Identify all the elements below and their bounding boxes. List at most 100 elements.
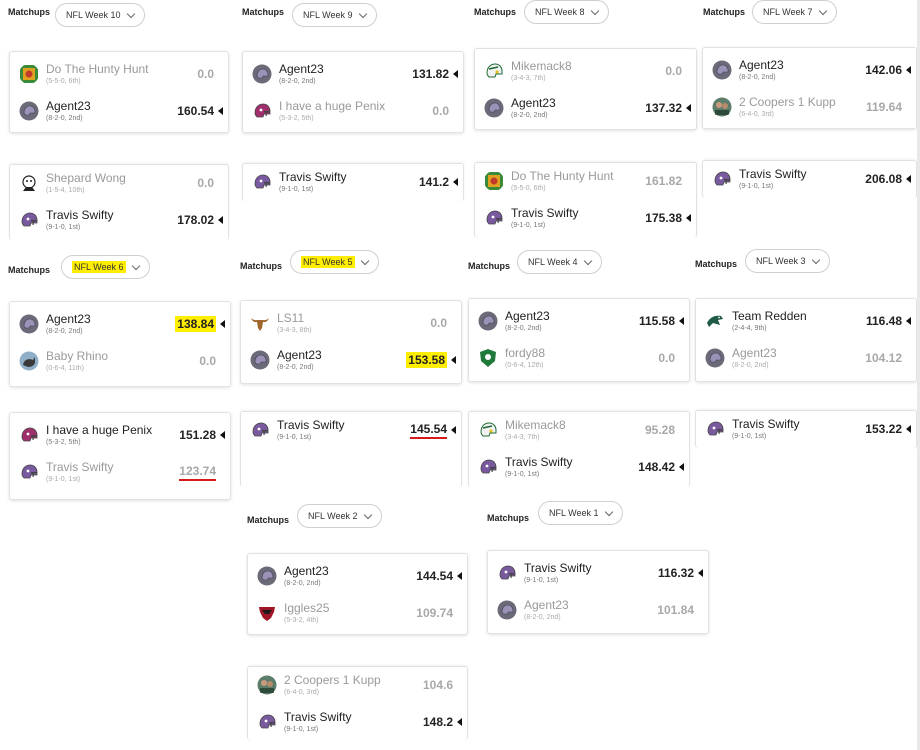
team-row[interactable]: I have a huge Penix (5-3-2, 5th) 0.0 xyxy=(243,93,463,129)
team-row[interactable]: Travis Swifty (9-1-0, 1st) 116.32 xyxy=(488,555,708,591)
team-row[interactable]: Travis Swifty (9-1-0, 1st) 123.74 xyxy=(10,454,230,490)
matchup-card[interactable]: Agent23 (8-2-0, 2nd) 144.54 Iggles25 (5-3-2,… xyxy=(247,553,468,635)
team-row[interactable]: Baby Rhino (0-6-4, 11th) 0.0 xyxy=(10,343,230,379)
team-name[interactable]: Mikemack8 xyxy=(511,59,665,73)
winner-arrow-icon xyxy=(453,70,458,78)
team-row[interactable]: Travis Swifty (9-1-0, 1st) 141.2 xyxy=(243,164,463,200)
team-row[interactable]: Mikemack8 (3-4-3, 7th) 0.0 xyxy=(475,53,696,89)
week-selector-dropdown[interactable]: NFL Week 10 xyxy=(55,3,145,27)
team-row[interactable]: Agent23 (8-2-0, 2nd) 101.84 xyxy=(488,592,708,628)
team-name[interactable]: Travis Swifty xyxy=(279,170,419,184)
team-row[interactable]: Mikemack8 (3-4-3, 7th) 95.28 xyxy=(469,412,689,448)
matchup-card[interactable]: Agent23 (8-2-0, 2nd) 142.06 2 Coopers 1 Kup… xyxy=(702,47,917,129)
team-name[interactable]: Agent23 xyxy=(732,346,865,360)
team-name[interactable]: Agent23 xyxy=(46,312,175,326)
matchup-card[interactable]: Travis Swifty (9-1-0, 1st) 141.2 xyxy=(242,163,464,201)
team-name[interactable]: Mikemack8 xyxy=(505,418,645,432)
team-name[interactable]: Agent23 xyxy=(505,309,639,323)
team-name[interactable]: Iggles25 xyxy=(284,601,416,615)
team-name[interactable]: Travis Swifty xyxy=(524,561,658,575)
team-row[interactable]: Team Redden (2-4-4, 9th) 116.48 xyxy=(696,303,916,339)
week-selector-dropdown[interactable]: NFL Week 5 xyxy=(290,250,379,274)
team-name[interactable]: I have a huge Penix xyxy=(279,99,432,113)
matchup-card[interactable]: Travis Swifty (9-1-0, 1st) 145.54 xyxy=(240,411,462,487)
team-name[interactable]: Shepard Wong xyxy=(46,171,197,185)
team-row[interactable]: Travis Swifty (9-1-0, 1st) 153.22 xyxy=(696,411,916,447)
team-name[interactable]: Agent23 xyxy=(524,598,657,612)
team-name[interactable]: Agent23 xyxy=(46,99,177,113)
team-row[interactable]: Agent23 (8-2-0, 2nd) 115.58 xyxy=(469,303,689,339)
team-name[interactable]: 2 Coopers 1 Kupp xyxy=(739,95,866,109)
team-name[interactable]: Agent23 xyxy=(739,58,865,72)
matchup-card[interactable]: Travis Swifty (9-1-0, 1st) 206.08 xyxy=(702,160,917,198)
team-name[interactable]: Baby Rhino xyxy=(46,349,199,363)
matchup-card[interactable]: Do The Hunty Hunt (5-5-0, 6th) 161.82 Travi… xyxy=(474,162,697,238)
team-row[interactable]: Travis Swifty (9-1-0, 1st) 175.38 xyxy=(475,200,696,236)
team-row[interactable]: fordy88 (0-6-4, 12th) 0.0 xyxy=(469,340,689,376)
team-name[interactable]: Travis Swifty xyxy=(739,167,865,181)
team-row[interactable]: 2 Coopers 1 Kupp (6-4-0, 3rd) 119.64 xyxy=(703,89,916,125)
matchup-card[interactable]: 2 Coopers 1 Kupp (6-4-0, 3rd) 104.6 Travis … xyxy=(247,666,468,740)
team-row[interactable]: 2 Coopers 1 Kupp (6-4-0, 3rd) 104.6 xyxy=(248,667,467,703)
team-name[interactable]: 2 Coopers 1 Kupp xyxy=(284,673,423,687)
team-name[interactable]: Agent23 xyxy=(277,348,406,362)
team-info: fordy88 (0-6-4, 12th) xyxy=(505,346,658,371)
team-row[interactable]: Agent23 (8-2-0, 2nd) 153.58 xyxy=(241,342,461,378)
team-row[interactable]: Iggles25 (5-3-2, 4th) 109.74 xyxy=(248,595,467,631)
team-row[interactable]: Shepard Wong (1-5-4, 10th) 0.0 xyxy=(10,165,228,201)
team-name[interactable]: LS11 xyxy=(277,311,430,325)
week-selector-dropdown[interactable]: NFL Week 6 xyxy=(61,255,150,279)
team-row[interactable]: Agent23 (8-2-0, 2nd) 144.54 xyxy=(248,558,467,594)
team-row[interactable]: Agent23 (8-2-0, 2nd) 131.82 xyxy=(243,56,463,92)
team-name[interactable]: Do The Hunty Hunt xyxy=(511,169,645,183)
team-name[interactable]: Travis Swifty xyxy=(732,417,865,431)
week-selector-dropdown[interactable]: NFL Week 4 xyxy=(517,250,602,274)
team-row[interactable]: Agent23 (8-2-0, 2nd) 160.54 xyxy=(10,93,228,129)
team-row[interactable]: Agent23 (8-2-0, 2nd) 138.84 xyxy=(10,306,230,342)
team-name[interactable]: Agent23 xyxy=(279,62,412,76)
team-row[interactable]: Agent23 (8-2-0, 2nd) 142.06 xyxy=(703,52,916,88)
team-row[interactable]: Do The Hunty Hunt (5-5-0, 6th) 161.82 xyxy=(475,163,696,199)
week-selector-dropdown[interactable]: NFL Week 2 xyxy=(297,504,382,528)
matchup-card[interactable]: Team Redden (2-4-4, 9th) 116.48 Agent23 (8-2… xyxy=(695,298,917,382)
matchup-card[interactable]: Agent23 (8-2-0, 2nd) 115.58 fordy88 (0-6-4, … xyxy=(468,298,690,382)
team-name[interactable]: Travis Swifty xyxy=(277,418,410,432)
team-row[interactable]: Agent23 (8-2-0, 2nd) 104.12 xyxy=(696,340,916,376)
team-name[interactable]: Agent23 xyxy=(511,96,645,110)
team-name[interactable]: I have a huge Penix xyxy=(46,423,179,437)
team-name[interactable]: Agent23 xyxy=(284,564,416,578)
week-selector-dropdown[interactable]: NFL Week 1 xyxy=(538,501,623,525)
week-selector-dropdown[interactable]: NFL Week 7 xyxy=(752,0,837,24)
team-row[interactable]: Travis Swifty (9-1-0, 1st) 145.54 xyxy=(241,412,461,448)
matchup-card[interactable]: Travis Swifty (9-1-0, 1st) 116.32 Agent23 (8… xyxy=(487,550,709,634)
matchup-card[interactable]: Mikemack8 (3-4-3, 7th) 95.28 Travis Swifty(… xyxy=(468,411,690,487)
team-row[interactable]: LS11 (3-4-3, 8th) 0.0 xyxy=(241,305,461,341)
week-selector-dropdown[interactable]: NFL Week 9 xyxy=(292,3,377,27)
team-row[interactable]: Travis Swifty (9-1-0, 1st) 148.2 xyxy=(248,704,467,740)
team-name[interactable]: Travis Swifty xyxy=(46,460,179,474)
matchup-card[interactable]: LS11 (3-4-3, 8th) 0.0 Agent23 (8-2-0, 2nd) 15… xyxy=(240,300,462,384)
week-selector-dropdown[interactable]: NFL Week 8 xyxy=(524,0,609,24)
team-name[interactable]: Team Redden xyxy=(732,309,866,323)
team-name[interactable]: Travis Swifty xyxy=(511,206,645,220)
team-row[interactable]: Travis Swifty (9-1-0, 1st) 206.08 xyxy=(703,161,916,197)
team-row[interactable]: Travis Swifty (9-1-0, 1st) 148.42 xyxy=(469,449,689,485)
team-name[interactable]: Travis Swifty xyxy=(46,208,177,222)
team-row[interactable]: Travis Swifty (9-1-0, 1st) 178.02 xyxy=(10,202,228,238)
team-name[interactable]: Travis Swifty xyxy=(505,455,638,469)
matchup-card[interactable]: Agent23 (8-2-0, 2nd) 131.82 I have a huge P… xyxy=(242,51,464,133)
matchup-card[interactable]: Do The Hunty Hunt (5-5-0, 6th) 0.0 Agent23(… xyxy=(9,51,229,133)
team-info: I have a huge Penix (5-3-2, 5th) xyxy=(46,423,179,448)
matchup-card[interactable]: Travis Swifty (9-1-0, 1st) 153.22 xyxy=(695,410,917,448)
matchup-card[interactable]: Shepard Wong (1-5-4, 10th) 0.0 Travis Swift… xyxy=(9,164,229,240)
team-name[interactable]: fordy88 xyxy=(505,346,658,360)
team-name[interactable]: Travis Swifty xyxy=(284,710,423,724)
matchup-card[interactable]: I have a huge Penix (5-3-2, 5th) 151.28 Tra… xyxy=(9,412,231,500)
matchup-card[interactable]: Mikemack8 (3-4-3, 7th) 0.0 Agent23 (8-2-0, 2… xyxy=(474,48,697,130)
team-name[interactable]: Do The Hunty Hunt xyxy=(46,62,197,76)
team-row[interactable]: I have a huge Penix (5-3-2, 5th) 151.28 xyxy=(10,417,230,453)
week-selector-dropdown[interactable]: NFL Week 3 xyxy=(745,249,830,273)
team-row[interactable]: Do The Hunty Hunt (5-5-0, 6th) 0.0 xyxy=(10,56,228,92)
team-row[interactable]: Agent23 (8-2-0, 2nd) 137.32 xyxy=(475,90,696,126)
matchup-card[interactable]: Agent23 (8-2-0, 2nd) 138.84 Baby Rhino (0-6-… xyxy=(9,301,231,387)
